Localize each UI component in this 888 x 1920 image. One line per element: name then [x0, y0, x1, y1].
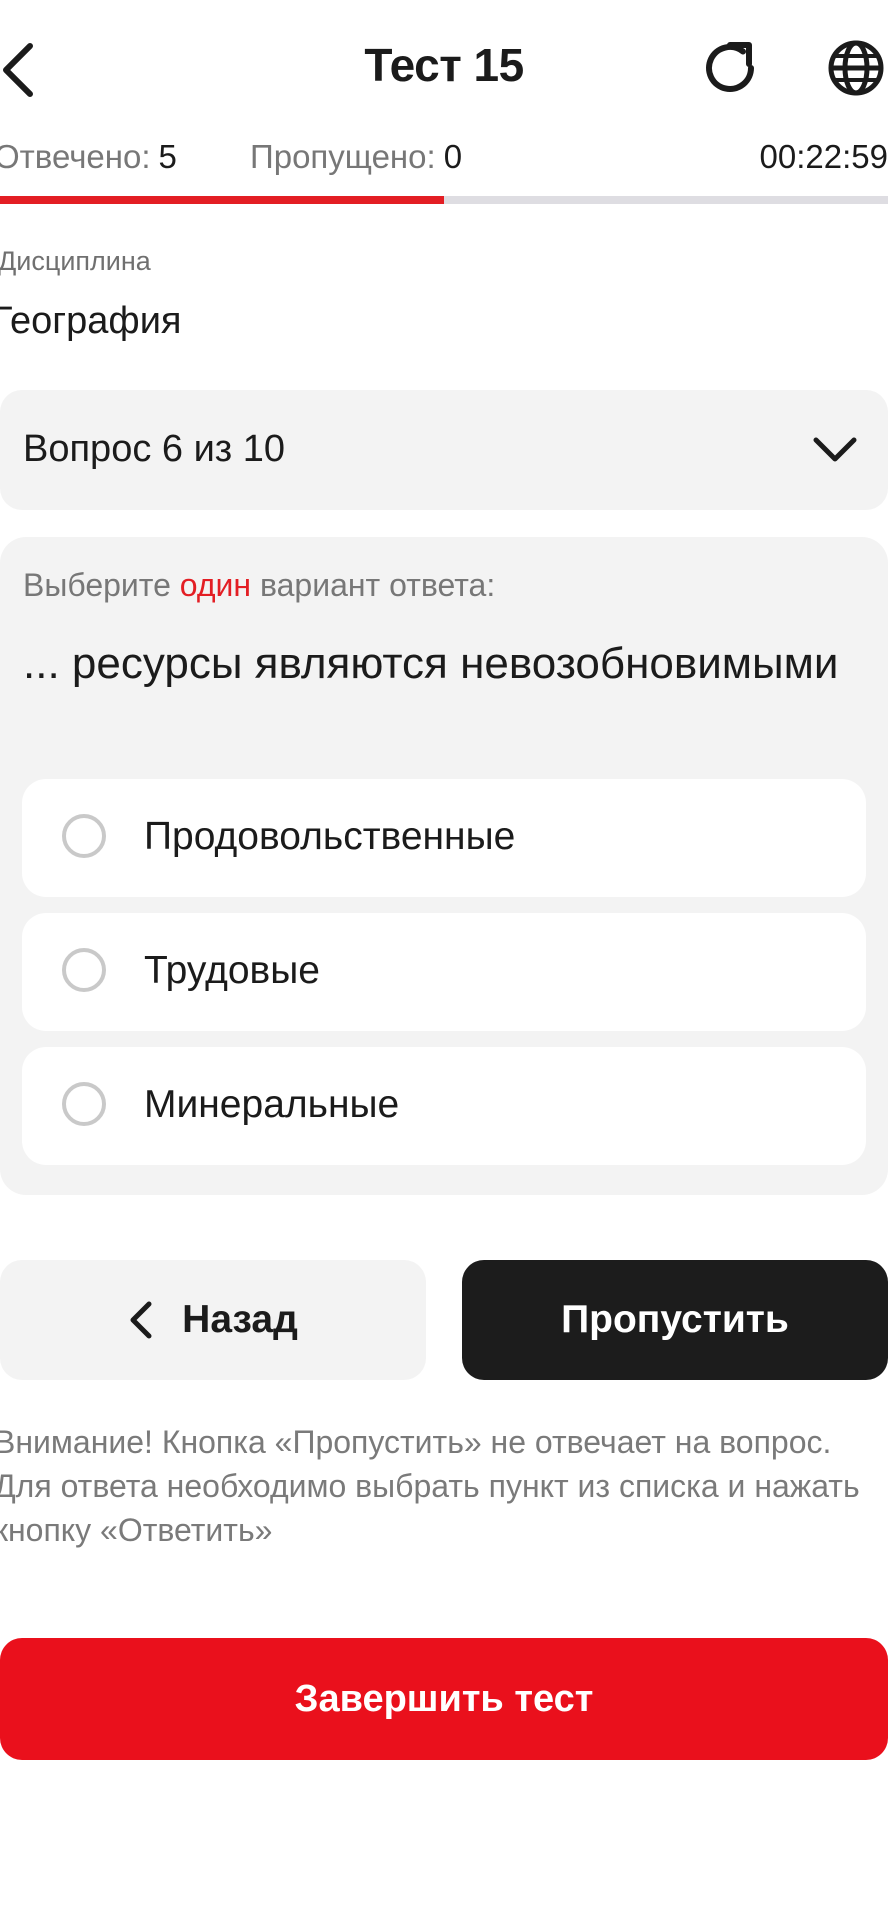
radio-button[interactable]: [62, 814, 106, 858]
question-hint: Выберите один вариант ответа:: [23, 567, 495, 604]
question-card: Выберите один вариант ответа: ... ресурс…: [0, 537, 888, 1195]
answer-option-label: Продовольственные: [144, 815, 516, 858]
finish-test-button[interactable]: Завершить тест: [0, 1638, 888, 1760]
prev-question-button[interactable]: Назад: [0, 1260, 426, 1380]
chevron-down-icon: [813, 437, 857, 462]
prev-question-label: Назад: [182, 1298, 298, 1341]
progress-bar: [0, 196, 888, 204]
question-selector[interactable]: Вопрос 6 из 10: [0, 390, 888, 510]
answer-option-label: Трудовые: [144, 949, 320, 992]
answer-option-label: Минеральные: [144, 1083, 400, 1126]
skipped-value: 0: [443, 138, 463, 175]
test-stats: Отвечено: 5 Пропущено: 0 00:22:59: [0, 132, 888, 182]
answer-option[interactable]: Трудовые: [22, 913, 866, 1031]
question-hint-prefix: Выберите: [23, 567, 180, 603]
refresh-button[interactable]: [698, 36, 762, 100]
finish-test-label: Завершить тест: [294, 1677, 594, 1720]
timer: 00:22:59: [759, 138, 888, 175]
skip-notice: Внимание! Кнопка «Пропустить» не отвечае…: [0, 1424, 860, 1548]
question-text: ... ресурсы являются невозобновимыми: [23, 639, 839, 688]
refresh-icon: [706, 42, 754, 92]
answer-option[interactable]: Минеральные: [22, 1047, 866, 1165]
chevron-left-icon: [130, 1301, 152, 1339]
question-selector-label: Вопрос 6 из 10: [23, 428, 286, 470]
radio-button[interactable]: [62, 948, 106, 992]
globe-icon: [828, 40, 884, 96]
skip-button-label: Пропустить: [561, 1298, 789, 1341]
skipped-label: Пропущено:: [250, 138, 436, 175]
question-hint-accent: один: [179, 567, 252, 603]
discipline-value: География: [0, 300, 182, 342]
answered-value: 5: [158, 138, 177, 175]
discipline-label: Дисциплина: [0, 246, 151, 276]
answer-option[interactable]: Продовольственные: [22, 779, 866, 897]
skip-button[interactable]: Пропустить: [462, 1260, 888, 1380]
answered-counter: Отвечено: 5: [0, 138, 177, 176]
answered-label: Отвечено:: [0, 138, 151, 175]
radio-button[interactable]: [62, 1082, 106, 1126]
question-hint-suffix: вариант ответа:: [251, 567, 496, 603]
progress-fill: [0, 196, 444, 204]
language-button[interactable]: [824, 36, 888, 100]
skipped-counter: Пропущено: 0: [250, 138, 462, 176]
